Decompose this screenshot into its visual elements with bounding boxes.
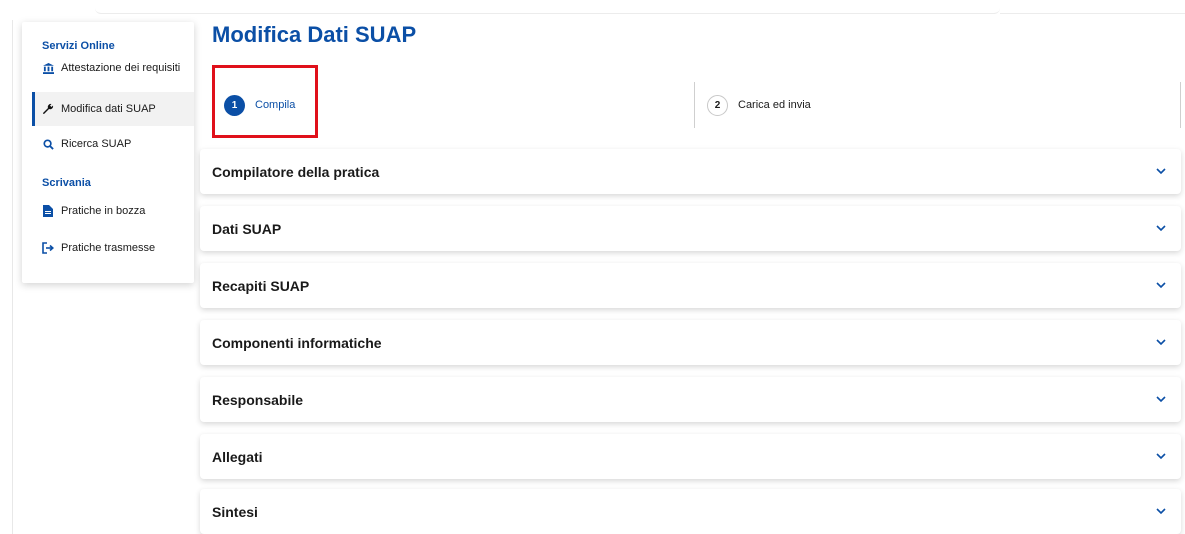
- chevron-down-icon[interactable]: [1155, 223, 1167, 235]
- sidebar-item-pratiche-trasmesse[interactable]: Pratiche trasmesse: [32, 234, 194, 262]
- accordion-componenti-informatiche[interactable]: Componenti informatiche: [200, 320, 1181, 365]
- sidebar: Servizi Online Attestazione dei requisit…: [22, 22, 194, 283]
- accordion-dati-suap[interactable]: Dati SUAP: [200, 206, 1181, 251]
- sidebar-item-pratiche-in-bozza[interactable]: Pratiche in bozza: [32, 199, 194, 223]
- sidebar-item-label: Pratiche trasmesse: [61, 242, 156, 254]
- step-number: 2: [707, 94, 728, 116]
- accordion-label: Sintesi: [212, 503, 258, 520]
- accordion-compilatore-della-pratica[interactable]: Compilatore della pratica: [200, 149, 1181, 194]
- search-icon: [42, 138, 54, 150]
- sidebar-item-label: Ricerca SUAP: [61, 138, 132, 150]
- step-carica-ed-invia[interactable]: 2 Carica ed invia: [707, 82, 811, 128]
- left-border: [12, 20, 13, 534]
- sidebar-item-label: Modifica dati SUAP: [61, 103, 156, 115]
- accordion-label: Allegati: [212, 448, 263, 465]
- sidebar-item-label: Pratiche in bozza: [61, 205, 146, 217]
- chevron-down-icon[interactable]: [1155, 280, 1167, 292]
- top-strip-right: [1000, 8, 1185, 14]
- accordion-label: Compilatore della pratica: [212, 163, 380, 180]
- sidebar-heading-scrivania: Scrivania: [42, 177, 91, 189]
- accordion-label: Responsabile: [212, 391, 304, 408]
- top-strip: [95, 8, 1000, 14]
- chevron-down-icon[interactable]: [1155, 337, 1167, 349]
- sidebar-item-modifica-dati-suap[interactable]: Modifica dati SUAP: [32, 92, 194, 126]
- accordion-allegati[interactable]: Allegati: [200, 434, 1181, 479]
- sidebar-item-ricerca-suap[interactable]: Ricerca SUAP: [32, 132, 194, 156]
- chevron-down-icon[interactable]: [1155, 394, 1167, 406]
- step-divider: [1180, 82, 1181, 128]
- accordion-sintesi[interactable]: Sintesi: [200, 489, 1181, 534]
- bank-icon: [42, 62, 54, 74]
- chevron-down-icon[interactable]: [1155, 166, 1167, 178]
- accordion-label: Recapiti SUAP: [212, 277, 310, 294]
- accordion-label: Componenti informatiche: [212, 334, 382, 351]
- step-divider: [694, 82, 695, 128]
- accordion-responsabile[interactable]: Responsabile: [200, 377, 1181, 422]
- sidebar-item-label: Attestazione dei requisiti: [61, 62, 181, 74]
- page-title: Modifica Dati SUAP: [212, 22, 417, 47]
- accordion-recapiti-suap[interactable]: Recapiti SUAP: [200, 263, 1181, 308]
- chevron-down-icon[interactable]: [1155, 506, 1167, 518]
- file-icon: [42, 205, 54, 217]
- highlight-box: [212, 65, 318, 138]
- chevron-down-icon[interactable]: [1155, 451, 1167, 463]
- sign-out-icon: [42, 242, 54, 254]
- wrench-icon: [42, 103, 54, 115]
- sidebar-item-attestazione[interactable]: Attestazione dei requisiti: [32, 56, 194, 80]
- accordion-label: Dati SUAP: [212, 220, 282, 237]
- step-label: Carica ed invia: [738, 99, 811, 111]
- sidebar-heading-servizi-online: Servizi Online: [42, 40, 115, 52]
